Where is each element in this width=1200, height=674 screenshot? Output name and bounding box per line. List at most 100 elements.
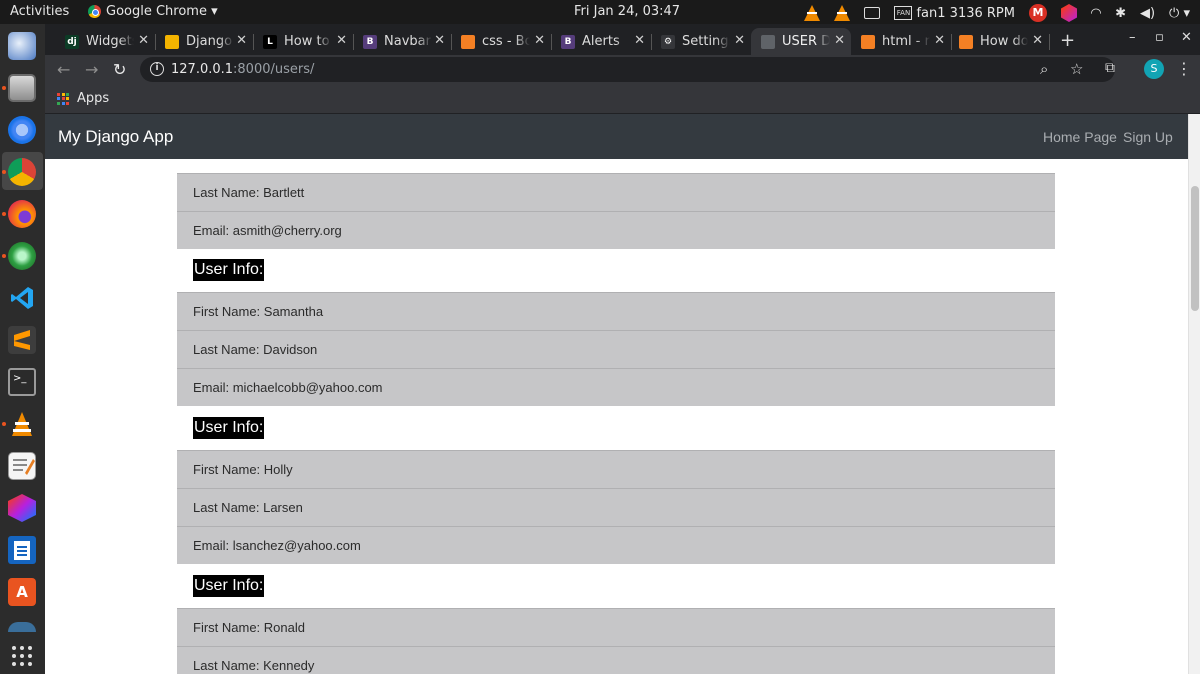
reload-button[interactable]: ↻ xyxy=(113,60,126,79)
software-center-icon[interactable]: A xyxy=(8,578,36,606)
tab-label: Widgets xyxy=(86,34,134,49)
tab-label: css - Bo xyxy=(482,34,530,49)
tab-8[interactable]: html - r ✕ xyxy=(851,28,952,55)
user-last-name: Last Name: Bartlett xyxy=(177,173,1055,211)
thunderbird-icon[interactable] xyxy=(8,32,36,60)
tab-0[interactable]: dj Widgets ✕ xyxy=(55,28,156,55)
jetbrains-tray-icon[interactable] xyxy=(1060,4,1077,22)
nav-home-page[interactable]: Home Page xyxy=(1043,129,1117,145)
user-email: Email: lsanchez@yahoo.com xyxy=(177,526,1055,564)
app-menu-label: Google Chrome ▾ xyxy=(106,4,218,19)
vlc-dock-icon[interactable] xyxy=(8,410,36,438)
tab-close-icon[interactable]: ✕ xyxy=(934,33,945,48)
menu-kebab-icon[interactable]: ⋮ xyxy=(1176,59,1192,78)
fan-chip-icon: FAN xyxy=(894,6,913,20)
tab-label: Settings xyxy=(682,34,730,49)
tab-favicon-icon xyxy=(165,34,179,49)
extension-icon[interactable]: ⧉ xyxy=(1105,60,1115,76)
tab-label: Alerts xyxy=(582,34,620,49)
tab-label: USER D xyxy=(782,34,830,49)
tab-close-icon[interactable]: ✕ xyxy=(434,33,445,48)
app-menu[interactable]: Google Chrome ▾ xyxy=(88,4,218,19)
tab-label: Django xyxy=(186,34,233,49)
tab-close-icon[interactable]: ✕ xyxy=(1032,33,1043,48)
libreoffice-writer-icon[interactable] xyxy=(8,536,36,564)
tab-9[interactable]: How do ✕ xyxy=(949,28,1050,55)
zoom-search-icon[interactable]: ⌕ xyxy=(1040,60,1048,78)
close-window-button[interactable]: ✕ xyxy=(1181,30,1192,45)
bookmark-star-icon[interactable]: ☆ xyxy=(1070,60,1083,78)
profile-avatar[interactable]: S xyxy=(1144,59,1164,79)
tab-close-icon[interactable]: ✕ xyxy=(634,33,645,48)
minimize-button[interactable]: – xyxy=(1129,30,1136,45)
back-button[interactable]: ← xyxy=(57,60,70,79)
terminal-icon[interactable]: >_ xyxy=(8,368,36,396)
tab-close-icon[interactable]: ✕ xyxy=(336,33,347,48)
tab-label: How to xyxy=(284,34,330,49)
tab-favicon-icon: B xyxy=(363,34,377,49)
tab-close-icon[interactable]: ✕ xyxy=(834,33,845,48)
tab-favicon-icon: L xyxy=(263,34,277,49)
user-email: Email: michaelcobb@yahoo.com xyxy=(177,368,1055,406)
chrome-icon xyxy=(88,5,101,18)
jetbrains-toolbox-icon[interactable] xyxy=(8,494,36,522)
site-navbar: My Django App Home Page Sign Up xyxy=(45,114,1188,159)
tab-7[interactable]: USER D ✕ xyxy=(751,28,851,55)
scrollbar-thumb[interactable] xyxy=(1191,186,1199,311)
tab-3[interactable]: B Navbar ✕ xyxy=(353,28,452,55)
user-first-name: First Name: Ronald xyxy=(177,608,1055,646)
site-brand[interactable]: My Django App xyxy=(58,127,173,147)
bluetooth-icon[interactable]: ✱ xyxy=(1115,6,1126,21)
tab-6[interactable]: ⚙ Settings ✕ xyxy=(651,28,751,55)
dock: >_ A xyxy=(0,24,45,674)
tab-close-icon[interactable]: ✕ xyxy=(734,33,745,48)
gmail-tray-icon[interactable]: M xyxy=(1028,4,1047,22)
activities-button[interactable]: Activities xyxy=(10,4,69,19)
vscode-icon[interactable] xyxy=(8,284,36,312)
user-info-heading: User Info: xyxy=(193,259,265,281)
vlc-tray-icon[interactable] xyxy=(804,5,821,21)
new-tab-button[interactable]: + xyxy=(1060,30,1075,51)
tab-5[interactable]: B Alerts ✕ xyxy=(551,28,652,55)
tab-separator xyxy=(1049,34,1050,50)
user-email: Email: asmith@cherry.org xyxy=(177,211,1055,249)
forward-button[interactable]: → xyxy=(85,60,98,79)
show-applications-icon[interactable] xyxy=(8,642,36,670)
drive-tray-icon[interactable] xyxy=(864,7,881,19)
running-indicator xyxy=(2,254,6,258)
url-text[interactable]: 127.0.0.1:8000/users/ xyxy=(171,62,314,77)
user-info-heading: User Info: xyxy=(193,417,265,439)
sublime-text-icon[interactable] xyxy=(8,326,36,354)
partial-dock-icon[interactable] xyxy=(8,622,36,632)
tab-favicon-icon: B xyxy=(561,34,575,49)
text-editor-icon[interactable] xyxy=(8,452,36,480)
site-info-icon[interactable]: i xyxy=(150,62,164,76)
user-info-heading: User Info: xyxy=(193,575,265,597)
wifi-icon[interactable]: ◜◝ xyxy=(1091,6,1101,21)
fan-indicator[interactable]: FAN fan1 3136 RPM xyxy=(894,6,1015,21)
tab-label: html - r xyxy=(882,34,930,49)
system-tray: FAN fan1 3136 RPM M ◜◝ ✱ ◀) ⏻ ▾ xyxy=(804,4,1190,22)
address-bar[interactable]: i 127.0.0.1:8000/users/ ⌕ ☆ xyxy=(140,57,1115,82)
maximize-button[interactable]: ▫ xyxy=(1155,30,1164,45)
user-last-name: Last Name: Kennedy xyxy=(177,646,1055,674)
atom-icon[interactable] xyxy=(8,242,36,270)
power-icon[interactable]: ⏻ ▾ xyxy=(1169,6,1190,21)
file-manager-icon[interactable] xyxy=(8,74,36,102)
firefox-icon[interactable] xyxy=(8,200,36,228)
tab-2[interactable]: L How to ✕ xyxy=(253,28,354,55)
tab-close-icon[interactable]: ✕ xyxy=(236,33,247,48)
tab-4[interactable]: css - Bo ✕ xyxy=(451,28,552,55)
clock[interactable]: Fri Jan 24, 03:47 xyxy=(574,4,680,19)
tab-close-icon[interactable]: ✕ xyxy=(138,33,149,48)
chrome-dock-icon[interactable] xyxy=(8,158,36,186)
vlc-tray-icon-2[interactable] xyxy=(834,5,851,21)
tab-favicon-icon: ⚙ xyxy=(661,34,675,49)
page-scrollbar[interactable] xyxy=(1188,114,1200,674)
volume-icon[interactable]: ◀) xyxy=(1140,6,1155,21)
nav-sign-up[interactable]: Sign Up xyxy=(1123,129,1173,145)
tab-1[interactable]: Django ✕ xyxy=(155,28,254,55)
tab-close-icon[interactable]: ✕ xyxy=(534,33,545,48)
apps-shortcut[interactable]: Apps xyxy=(57,91,109,106)
chromium-icon[interactable] xyxy=(8,116,36,144)
